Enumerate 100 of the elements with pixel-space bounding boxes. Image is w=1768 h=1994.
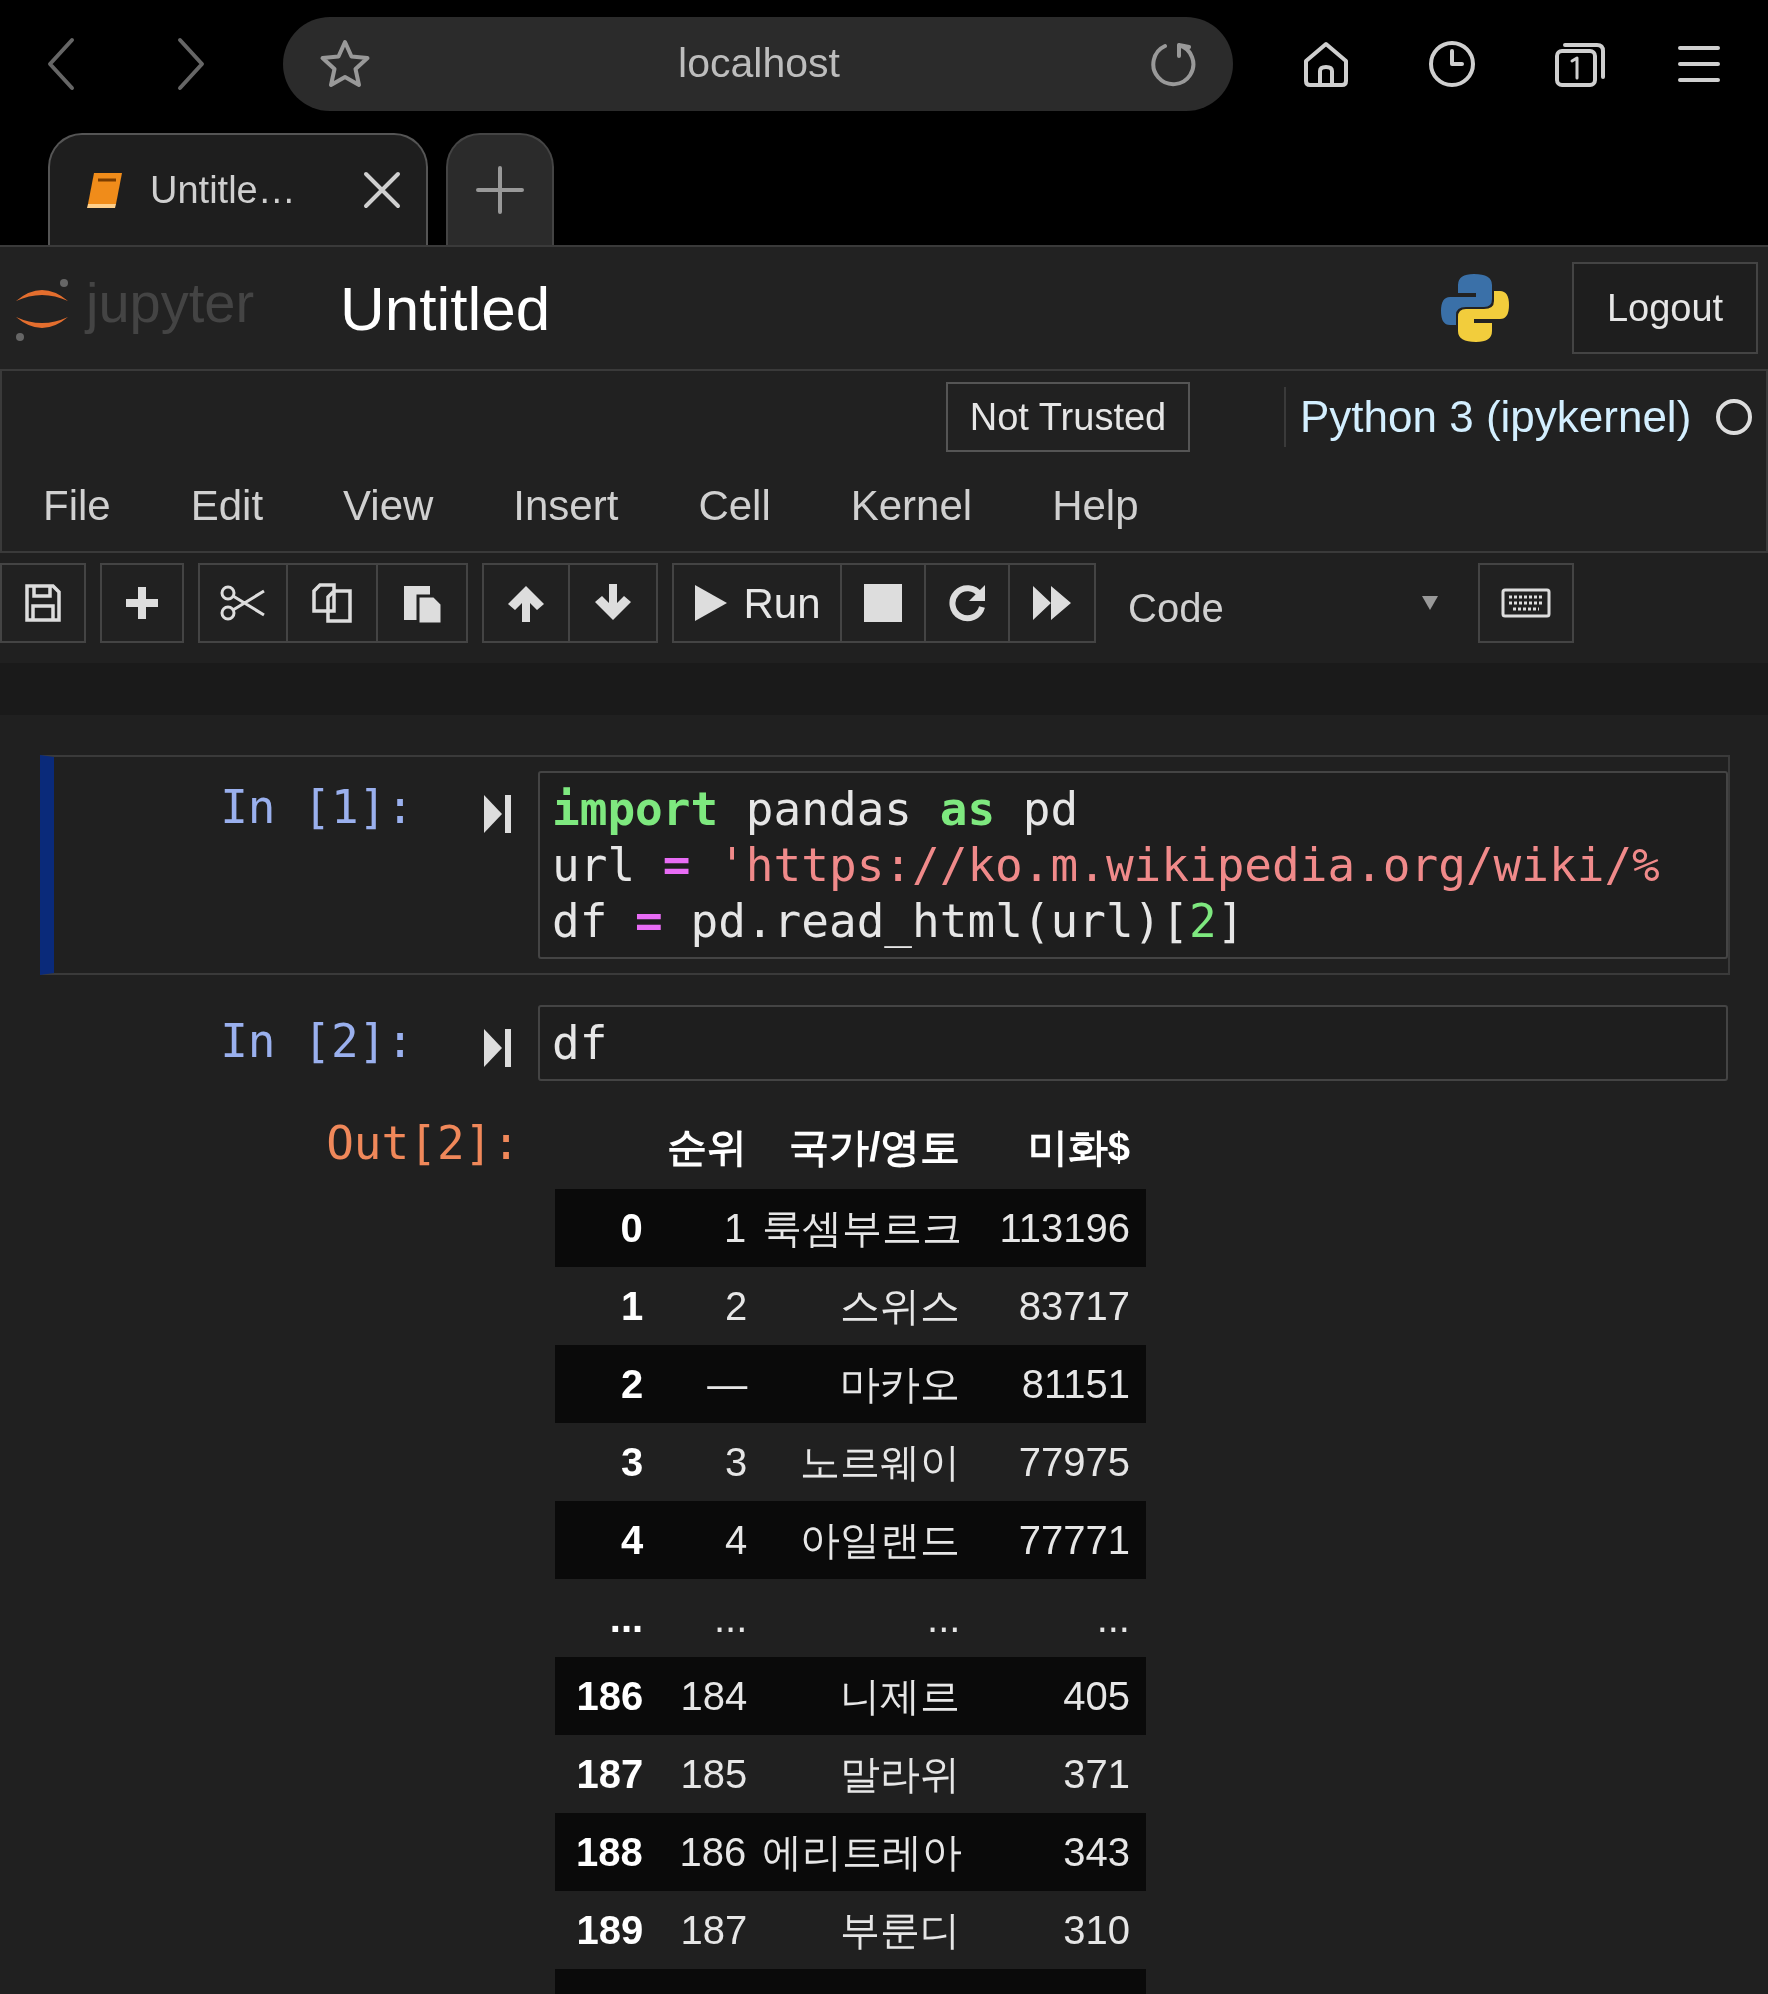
new-tab-button[interactable] xyxy=(446,133,554,245)
tab-title: Untitle… xyxy=(150,167,297,213)
insert-cell-button[interactable] xyxy=(100,563,184,643)
table-cell-text: 스위스 xyxy=(839,1283,962,1330)
table-cell-text: 말라위 xyxy=(839,1751,962,1798)
history-icon[interactable] xyxy=(1427,39,1477,89)
column-header: 미화$ xyxy=(1026,1124,1131,1171)
table-cell-text: 77771 xyxy=(1017,1517,1131,1564)
table-cell-text: 81151 xyxy=(1020,1361,1131,1408)
row-index: 188 xyxy=(574,1829,644,1876)
kernel-name[interactable]: Python 3 (ipykernel) xyxy=(1300,384,1692,450)
menu-item[interactable]: Help xyxy=(1052,473,1139,537)
notebook-cell[interactable]: In [1]: import pandas as pd url = 'https://ko.m.wikipedia.org/wiki/% df = pd.read_html(url)[2] xyxy=(40,755,1730,975)
plus-icon xyxy=(475,165,525,215)
table-cell-text: 니제르 xyxy=(839,1673,962,1720)
menu-item[interactable]: Kernel xyxy=(850,473,973,537)
notebook-cell[interactable]: In [2]: df xyxy=(40,989,1730,1097)
table-cell-text: 184 xyxy=(679,1673,749,1720)
code-line: df xyxy=(552,1015,609,1071)
input-prompt: In [1]: xyxy=(219,779,414,835)
table-cell-text: 83717 xyxy=(1017,1283,1131,1330)
move-up-button[interactable] xyxy=(482,563,570,643)
run-button[interactable]: Run xyxy=(672,563,842,643)
url-text: localhost xyxy=(677,39,841,89)
table-cell-text: ... xyxy=(712,1595,749,1642)
logout-button[interactable]: Logout xyxy=(1572,262,1758,354)
move-down-button[interactable] xyxy=(570,563,658,643)
table-cell-text: 185 xyxy=(679,1751,749,1798)
table-cell-text: 77975 xyxy=(1017,1439,1131,1486)
keyboard-icon xyxy=(1501,588,1551,618)
run-all-button[interactable] xyxy=(1010,563,1096,643)
table-cell-text: 아일랜드 xyxy=(799,1517,962,1564)
table-cell-text: 371 xyxy=(1062,1751,1131,1798)
code-line: df = pd.read_html(url)[2] xyxy=(552,893,1246,949)
input-prompt: In [2]: xyxy=(219,1013,414,1069)
fast-forward-icon xyxy=(1031,584,1073,622)
restart-icon xyxy=(947,583,987,623)
row-index: 186 xyxy=(575,1673,645,1720)
table-cell-text: 마카오 xyxy=(839,1361,962,1408)
keyboard-button[interactable] xyxy=(1478,563,1574,643)
forward-icon[interactable] xyxy=(176,36,206,92)
table-cell-text: 3 xyxy=(724,1439,749,1486)
run-cell-icon[interactable] xyxy=(484,1027,512,1069)
row-index: 4 xyxy=(619,1517,645,1564)
kernel-idle-icon xyxy=(1715,398,1754,436)
column-header: 국가/영토 xyxy=(788,1124,962,1171)
row-index: 1 xyxy=(619,1283,645,1330)
table-cell-text: — xyxy=(706,1361,749,1408)
python-logo-icon xyxy=(1438,271,1512,345)
paste-button[interactable] xyxy=(378,563,468,643)
code-line: url = 'https://ko.m.wikipedia.org/wiki/% xyxy=(552,837,1661,893)
stop-icon xyxy=(864,584,902,622)
cell-type-dropdown[interactable]: Code xyxy=(1110,563,1456,643)
table-cell-text: 2 xyxy=(724,1283,749,1330)
home-icon[interactable] xyxy=(1301,39,1351,89)
menu-item[interactable]: Insert xyxy=(513,473,619,537)
menu-icon[interactable] xyxy=(1677,44,1721,84)
cut-button[interactable] xyxy=(198,563,288,643)
address-bar[interactable]: localhost xyxy=(283,17,1233,111)
menu-item[interactable]: File xyxy=(43,473,111,537)
column-header: 순위 xyxy=(666,1124,749,1171)
table-cell-text: 343 xyxy=(1062,1829,1131,1876)
table-cell-text: 187 xyxy=(679,1907,749,1954)
trust-indicator[interactable]: Not Trusted xyxy=(946,382,1190,452)
table-cell-text: 노르웨이 xyxy=(799,1439,962,1486)
table-cell-text: 113196 xyxy=(998,1205,1131,1252)
save-icon xyxy=(23,582,63,624)
output-prompt: Out[2]: xyxy=(325,1115,520,1171)
table-cell-text: 405 xyxy=(1062,1673,1131,1720)
table-cell-text: 부룬디 xyxy=(839,1907,962,1954)
code-input[interactable]: df xyxy=(538,1005,1728,1081)
table-cell-text: ... xyxy=(1095,1595,1131,1642)
table-cell-text: 4 xyxy=(724,1517,749,1564)
browser-tab[interactable]: Untitle… xyxy=(48,133,428,245)
table-cell-text: 1 xyxy=(723,1205,748,1252)
table-cell-text: ... xyxy=(926,1595,962,1642)
stop-button[interactable] xyxy=(842,563,926,643)
menu-item[interactable]: Edit xyxy=(190,473,264,537)
copy-button[interactable] xyxy=(288,563,378,643)
back-icon[interactable] xyxy=(46,36,76,92)
row-index: 189 xyxy=(575,1907,645,1954)
code-input[interactable]: import pandas as pd url = 'https://ko.m.wikipedia.org/wiki/% df = pd.read_html(url)[2] xyxy=(538,771,1728,959)
copy-icon xyxy=(310,581,354,625)
star-icon[interactable] xyxy=(319,39,371,89)
scissors-icon xyxy=(219,583,267,623)
row-index: ... xyxy=(608,1595,645,1642)
save-button[interactable] xyxy=(0,563,86,643)
menu-item[interactable]: View xyxy=(343,473,434,537)
restart-button[interactable] xyxy=(926,563,1010,643)
table-cell-text: 186 xyxy=(678,1829,748,1876)
row-index: 2 xyxy=(619,1361,645,1408)
close-icon[interactable] xyxy=(362,170,402,210)
table-cell-text: 에리트레아 xyxy=(762,1829,964,1876)
table-cell-text: 310 xyxy=(1062,1907,1131,1954)
run-cell-icon[interactable] xyxy=(484,793,512,835)
notebook-title[interactable]: Untitled xyxy=(340,261,551,355)
plus-icon xyxy=(123,584,161,622)
code-line: import pandas as pd xyxy=(552,781,1080,837)
menu-item[interactable]: Cell xyxy=(698,473,771,537)
table-cell-text: 룩셈부르크 xyxy=(762,1205,964,1252)
